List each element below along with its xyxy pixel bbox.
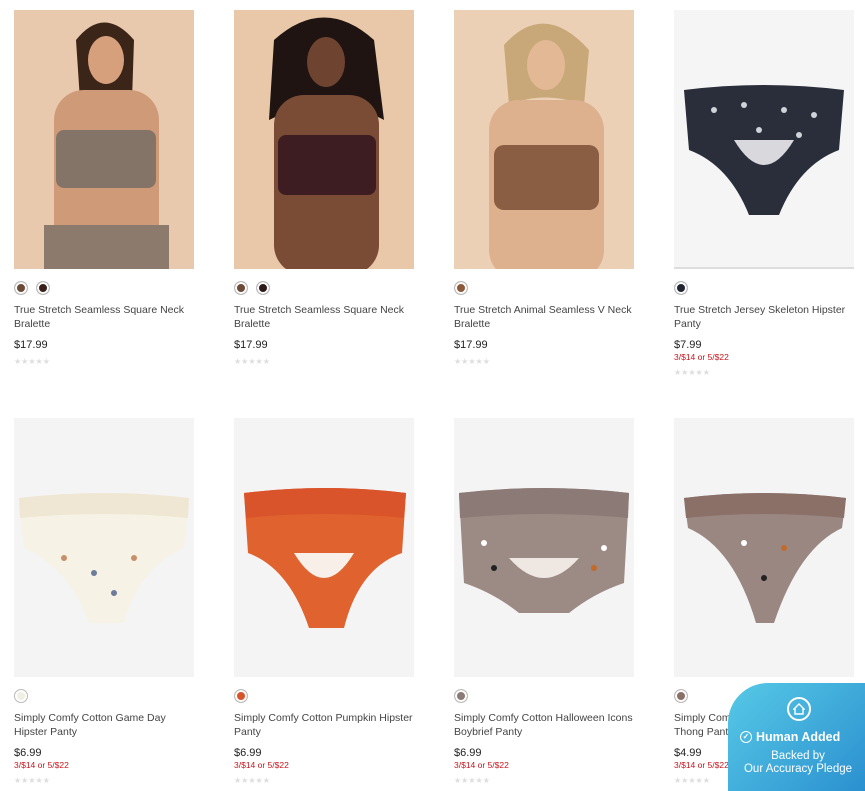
product-name[interactable]: Simply Comfy Cotton Halloween Icons Boyb… (454, 711, 634, 739)
rating-stars: ★★★★★ (14, 776, 50, 785)
promo-text: 3/$14 or 5/$22 (674, 352, 729, 362)
product-image[interactable] (674, 10, 854, 269)
product-price: $6.99 (454, 747, 482, 759)
product-name[interactable]: True Stretch Animal Seamless V Neck Bral… (454, 303, 634, 331)
color-swatches (454, 689, 634, 703)
check-circle-icon: ✓ (740, 731, 752, 743)
product-name[interactable]: Simply Comfy Cotton Game Day Hipster Pan… (14, 711, 194, 739)
rating-stars: ★★★★★ (674, 368, 710, 377)
product-price: $17.99 (14, 339, 48, 351)
badge-line-2: Our Accuracy Pledge (743, 763, 853, 775)
accuracy-pledge-badge[interactable]: ✓ Human Added Backed by Our Accuracy Ple… (728, 683, 865, 791)
product-image[interactable] (454, 418, 634, 677)
product-card[interactable]: True Stretch Animal Seamless V Neck Bral… (454, 10, 634, 366)
badge-title-text: Human Added (756, 730, 841, 744)
product-card[interactable]: True Stretch Seamless Square Neck Bralet… (234, 10, 414, 366)
promo-text: 3/$14 or 5/$22 (234, 760, 289, 770)
color-swatch[interactable] (14, 689, 28, 703)
product-price: $6.99 (14, 747, 42, 759)
color-swatches (14, 281, 194, 295)
color-swatch[interactable] (256, 281, 270, 295)
badge-title: ✓ Human Added (740, 730, 840, 744)
rating-stars: ★★★★★ (234, 776, 270, 785)
color-swatch[interactable] (674, 689, 688, 703)
color-swatches (674, 281, 854, 295)
rating-stars: ★★★★★ (454, 776, 490, 785)
product-image[interactable] (674, 418, 854, 677)
color-swatch[interactable] (454, 281, 468, 295)
product-price: $17.99 (234, 339, 268, 351)
color-swatches (454, 281, 634, 295)
product-image[interactable] (14, 418, 194, 677)
product-card[interactable]: True Stretch Seamless Square Neck Bralet… (14, 10, 194, 366)
product-card[interactable]: Simply Comfy Cotton Halloween Icons Boyb… (454, 418, 634, 785)
color-swatches (14, 689, 194, 703)
promo-text: 3/$14 or 5/$22 (454, 760, 509, 770)
product-card[interactable]: True Stretch Jersey Skeleton Hipster Pan… (674, 10, 854, 377)
product-image[interactable] (234, 10, 414, 269)
color-swatch[interactable] (674, 281, 688, 295)
color-swatch[interactable] (454, 689, 468, 703)
color-swatch[interactable] (234, 281, 248, 295)
rating-stars: ★★★★★ (454, 357, 490, 366)
rating-stars: ★★★★★ (234, 357, 270, 366)
product-price: $6.99 (234, 747, 262, 759)
color-swatch[interactable] (36, 281, 50, 295)
product-price: $17.99 (454, 339, 488, 351)
color-swatch[interactable] (234, 689, 248, 703)
product-name[interactable]: Simply Comfy Cotton Pumpkin Hipster Pant… (234, 711, 414, 739)
product-image[interactable] (14, 10, 194, 269)
product-name[interactable]: True Stretch Seamless Square Neck Bralet… (234, 303, 414, 331)
rating-stars: ★★★★★ (14, 357, 50, 366)
product-image[interactable] (454, 10, 634, 269)
badge-line-1: Backed by (771, 750, 825, 762)
home-icon (787, 697, 811, 721)
color-swatch[interactable] (14, 281, 28, 295)
promo-text: 3/$14 or 5/$22 (14, 760, 69, 770)
color-swatches (234, 689, 414, 703)
product-card[interactable]: Simply Comfy Cotton Game Day Hipster Pan… (14, 418, 194, 785)
color-swatches (234, 281, 414, 295)
product-price: $7.99 (674, 339, 702, 351)
product-name[interactable]: True Stretch Jersey Skeleton Hipster Pan… (674, 303, 854, 331)
product-name[interactable]: True Stretch Seamless Square Neck Bralet… (14, 303, 194, 331)
product-card[interactable]: Simply Comfy Cotton Pumpkin Hipster Pant… (234, 418, 414, 785)
product-image[interactable] (234, 418, 414, 677)
